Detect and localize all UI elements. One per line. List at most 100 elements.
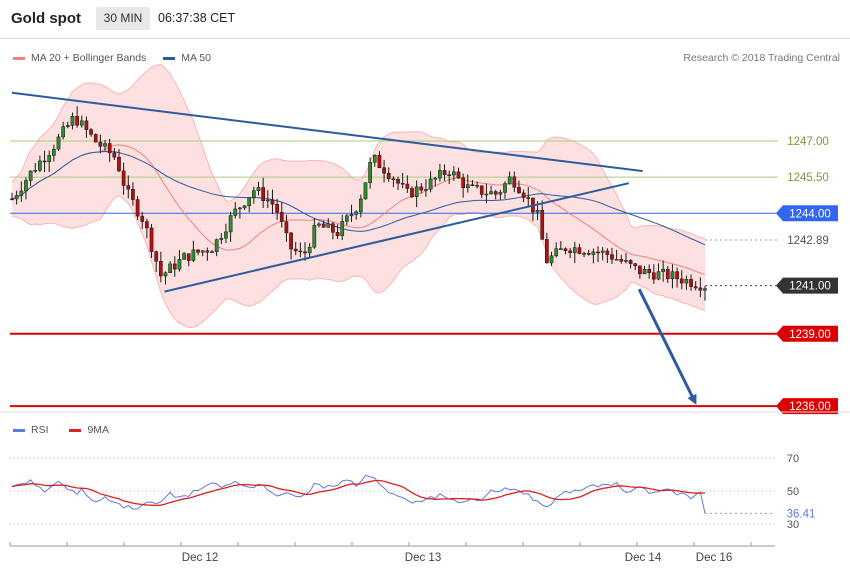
candle-body xyxy=(14,195,19,200)
candle-body xyxy=(489,191,493,195)
candle-body xyxy=(442,170,447,175)
candle-body xyxy=(200,250,205,253)
candle-body xyxy=(563,248,568,252)
price-tag-1241.00: 1241.00 xyxy=(776,277,838,294)
candle-body xyxy=(703,288,707,291)
candle-body xyxy=(572,247,577,254)
candle-body xyxy=(42,160,47,163)
time-axis: Dec 12 Dec 13 Dec 14 Dec 16 xyxy=(9,542,775,564)
candle-body xyxy=(191,249,196,261)
candle-body xyxy=(619,259,624,262)
candle-body xyxy=(610,254,614,260)
rsi-9ma-line xyxy=(11,479,706,507)
candle-body xyxy=(28,170,33,181)
candle-body xyxy=(642,269,647,275)
candle-body xyxy=(521,192,526,198)
candle-body xyxy=(317,223,321,226)
candle-body xyxy=(312,225,317,248)
candle-body xyxy=(205,250,210,253)
candle-body xyxy=(665,268,670,280)
candle-body xyxy=(196,249,200,253)
candle-body xyxy=(605,250,610,255)
candle-body xyxy=(279,212,284,222)
candle-body xyxy=(382,167,386,174)
candle-body xyxy=(396,179,400,184)
candle-body xyxy=(633,263,638,267)
candle-body xyxy=(358,198,363,213)
candle-body xyxy=(475,185,479,187)
candle-body xyxy=(549,255,554,264)
candle-body xyxy=(79,120,84,126)
price-tag-label: 1239.00 xyxy=(789,329,831,341)
bollinger-band-layer xyxy=(11,63,706,329)
candle-body xyxy=(438,170,442,179)
bollinger-band-fill xyxy=(12,64,705,328)
candle-body xyxy=(117,156,121,172)
price-tag-1247.00: 1247.00 xyxy=(787,136,829,148)
candle-body xyxy=(224,231,228,239)
price-tag-label: 1247.00 xyxy=(787,136,829,148)
candle-body xyxy=(33,170,38,172)
x-tick-label-0: Dec 12 xyxy=(182,552,218,564)
price-tag-1239.00: 1239.00 xyxy=(776,325,838,342)
candle-body xyxy=(84,120,89,130)
price-tag-1245.50: 1245.50 xyxy=(787,172,829,184)
candle-body xyxy=(461,177,465,188)
x-tick-label-1: Dec 13 xyxy=(405,552,441,564)
candle-body xyxy=(238,207,242,210)
candle-body xyxy=(684,279,689,284)
chart-canvas[interactable]: 1247.00 1245.50 1244.00 1242.89 1241.00 1239.… xyxy=(0,0,850,576)
candle-body xyxy=(65,125,70,127)
candle-body xyxy=(345,215,349,222)
candle-body xyxy=(61,126,66,138)
candle-body xyxy=(545,239,549,264)
candle-body xyxy=(363,182,368,200)
candle-body xyxy=(391,178,396,180)
candle-body xyxy=(424,189,428,191)
price-tag-label: 1245.50 xyxy=(787,172,829,184)
candle-body xyxy=(651,272,656,280)
candle-body xyxy=(140,215,145,222)
candle-body xyxy=(628,260,633,264)
candle-body xyxy=(624,260,628,262)
candle-body xyxy=(242,205,247,209)
rsi-tick-50: 50 xyxy=(787,486,799,498)
candle-body xyxy=(647,269,652,273)
candle-body xyxy=(507,176,512,184)
x-tick-label-2: Dec 14 xyxy=(625,552,662,564)
candle-body xyxy=(103,143,107,147)
candle-body xyxy=(135,199,140,217)
candle-body xyxy=(591,251,596,255)
candle-body xyxy=(256,187,261,191)
price-tag-label: 1236.00 xyxy=(789,401,831,413)
candle-body xyxy=(493,191,498,195)
candle-body xyxy=(479,185,484,195)
candle-body xyxy=(121,170,126,186)
candle-body xyxy=(261,187,266,202)
candle-body xyxy=(307,246,312,254)
candle-body xyxy=(98,141,103,147)
candle-body xyxy=(172,263,177,270)
candle-body xyxy=(303,251,307,254)
candle-body xyxy=(372,155,377,163)
candle-body xyxy=(540,209,545,240)
candle-body xyxy=(177,259,182,270)
candle-body xyxy=(228,215,233,233)
candle-body xyxy=(568,250,572,254)
candle-body xyxy=(75,116,79,126)
candle-body xyxy=(428,178,433,190)
candle-body xyxy=(465,184,470,188)
rsi-line xyxy=(11,474,706,514)
candle-body xyxy=(600,250,605,253)
candle-body xyxy=(52,148,56,156)
candle-body xyxy=(247,197,252,207)
candle-body xyxy=(679,278,684,284)
candle-body xyxy=(377,155,382,169)
candle-body xyxy=(89,129,93,135)
candle-body xyxy=(289,232,293,250)
candle-body xyxy=(586,253,591,255)
candle-body xyxy=(512,176,517,188)
candle-body xyxy=(154,251,159,262)
candle-body xyxy=(456,171,461,179)
rsi-current-value: 36.41 xyxy=(787,508,816,520)
